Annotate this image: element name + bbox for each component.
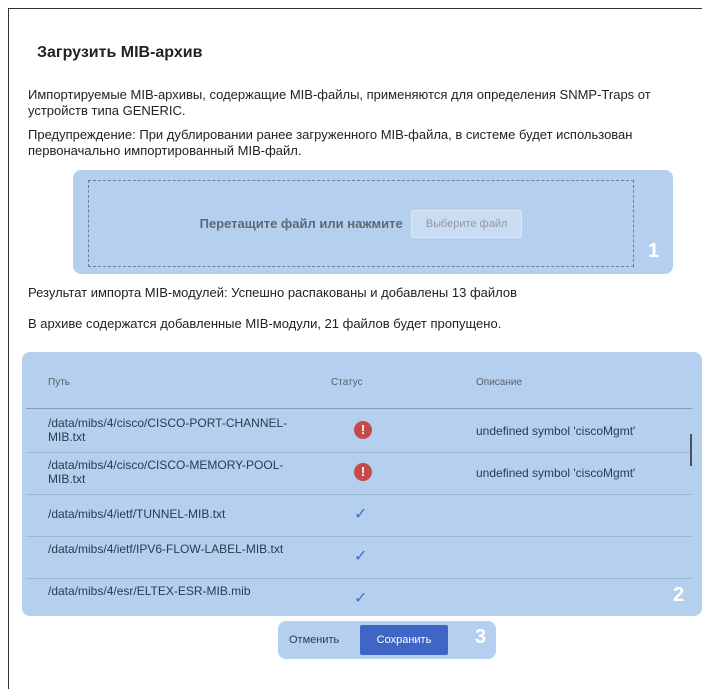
column-header-description[interactable]: Описание [476,377,522,388]
callout-badge-2: 2 [673,584,685,606]
callout-badge-3: 3 [475,626,487,648]
file-drop-zone[interactable]: Перетащите файл или нажмите Выберите фай… [88,180,634,267]
row-status: ! [354,421,374,441]
checkmark-icon: ✓ [354,590,368,607]
row-path: /data/mibs/4/ietf/TUNNEL-MIB.txt [48,507,226,521]
table-scrollbar[interactable] [690,434,692,466]
row-path: /data/mibs/4/ietf/IPV6-FLOW-LABEL-MIB.tx… [48,542,284,556]
callout-badge-1: 1 [648,240,660,262]
row-status: ! [354,463,374,483]
row-status: ✓ [354,589,374,609]
warning-text: Предупреждение: При дублировании ранее з… [28,127,633,158]
table-row[interactable]: /data/mibs/4/esr/ELTEX-ESR-MIB.mib ✓ [26,578,692,616]
cancel-button[interactable]: Отменить [283,625,345,655]
table-row[interactable]: /data/mibs/4/ietf/IPV6-FLOW-LABEL-MIB.tx… [26,536,692,579]
skipped-files-text: В архиве содержатся добавленные MIB-моду… [28,316,502,331]
table-row[interactable]: /data/mibs/4/cisco/CISCO-MEMORY-POOL-MIB… [26,452,692,495]
error-icon: ! [354,463,372,481]
checkmark-icon: ✓ [354,506,368,523]
checkmark-icon: ✓ [354,548,368,565]
header-divider [26,408,692,409]
import-table: Путь Статус Описание /data/mibs/4/cisco/… [26,352,692,616]
table-header: Путь Статус Описание [26,352,692,404]
table-row[interactable]: /data/mibs/4/cisco/CISCO-PORT-CHANNEL-MI… [26,410,692,453]
error-icon: ! [354,421,372,439]
row-description: undefined symbol 'ciscoMgmt' [476,424,636,438]
row-path: /data/mibs/4/cisco/CISCO-MEMORY-POOL-MIB… [48,458,284,486]
import-result-text: Результат импорта MIB-модулей: Успешно р… [28,285,517,300]
row-status: ✓ [354,547,374,567]
drop-zone-label: Перетащите файл или нажмите [199,216,403,231]
save-button[interactable]: Сохранить [360,625,448,655]
dialog-title: Загрузить MIB-архив [37,44,203,61]
row-path: /data/mibs/4/cisco/CISCO-PORT-CHANNEL-MI… [48,416,288,444]
description-text: Импортируемые MIB-архивы, содержащие MIB… [28,87,651,118]
row-status: ✓ [354,505,374,525]
table-row[interactable]: /data/mibs/4/ietf/TUNNEL-MIB.txt ✓ [26,494,692,537]
column-header-path[interactable]: Путь [48,377,70,388]
column-header-status[interactable]: Статус [331,377,363,388]
choose-file-button[interactable]: Выберите файл [410,209,523,238]
row-description: undefined symbol 'ciscoMgmt' [476,466,636,480]
row-path: /data/mibs/4/esr/ELTEX-ESR-MIB.mib [48,584,251,598]
